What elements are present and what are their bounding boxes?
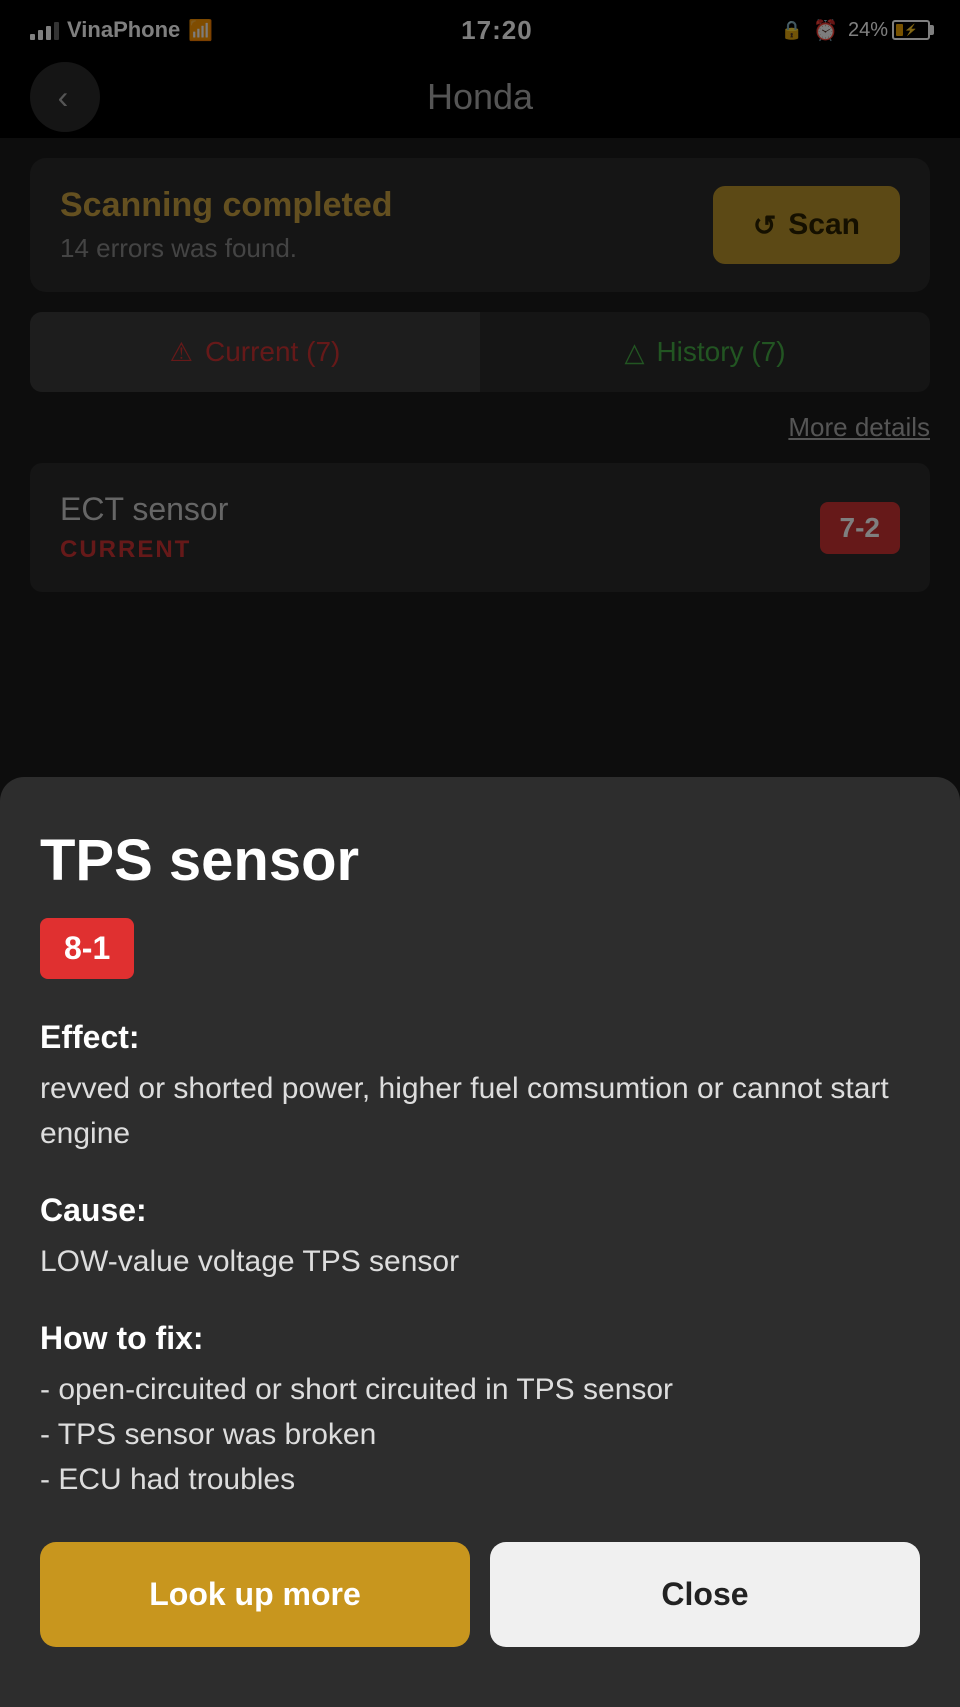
error-item[interactable]: ECT sensor CURRENT 7-2 [30,463,930,592]
error-name-label: ECT sensor [60,491,228,528]
error-info: ECT sensor CURRENT [60,491,228,564]
back-chevron-icon: ‹ [58,79,69,116]
page-title: Honda [427,76,533,118]
cause-text: LOW-value voltage TPS sensor [40,1239,920,1284]
how-to-fix-section: How to fix: - open-circuited or short ci… [40,1320,920,1502]
signal-bars-icon [30,20,59,40]
status-bar: VinaPhone 📶 17:20 🔒 ⏰ 24% ⚡ [0,0,960,56]
effect-label: Effect: [40,1019,920,1056]
more-details-row: More details [0,392,960,453]
carrier-label: VinaPhone [67,17,180,43]
error-type-label: CURRENT [60,536,228,564]
wifi-icon: 📶 [188,18,213,43]
how-to-fix-label: How to fix: [40,1320,920,1357]
effect-text: revved or shorted power, higher fuel com… [40,1066,920,1156]
alarm-icon: ⏰ [813,18,838,43]
time-label: 17:20 [461,15,533,46]
error-code-badge: 7-2 [820,502,900,554]
tab-current[interactable]: ⚠ Current (7) [30,312,480,392]
close-button[interactable]: Close [490,1542,920,1647]
tabs-container: ⚠ Current (7) △ History (7) [30,312,930,392]
tab-current-label: Current (7) [205,336,340,368]
how-to-fix-text: - open-circuited or short circuited in T… [40,1367,920,1502]
look-up-more-button[interactable]: Look up more [40,1542,470,1647]
scan-button[interactable]: ↺ Scan [713,186,900,264]
status-right: 🔒 ⏰ 24% ⚡ [781,18,930,43]
tab-history[interactable]: △ History (7) [480,312,930,392]
warning-icon-history: △ [624,337,644,368]
bolt-icon: ⚡ [904,24,918,37]
cause-section: Cause: LOW-value voltage TPS sensor [40,1192,920,1284]
refresh-icon: ↺ [753,209,776,242]
scan-subtitle-label: 14 errors was found. [60,233,393,264]
back-button[interactable]: ‹ [30,62,100,132]
scan-button-label: Scan [788,208,860,242]
sensor-code-badge: 8-1 [40,918,134,979]
more-details-link[interactable]: More details [788,412,930,442]
battery-container: 24% ⚡ [848,19,930,42]
battery-fill [896,24,903,36]
effect-section: Effect: revved or shorted power, higher … [40,1019,920,1156]
battery-percent-label: 24% [848,19,888,42]
cause-label: Cause: [40,1192,920,1229]
bottom-sheet: TPS sensor 8-1 Effect: revved or shorted… [0,777,960,1707]
sensor-title: TPS sensor [40,827,920,894]
tab-history-label: History (7) [656,336,785,368]
warning-icon-current: ⚠ [170,337,193,368]
status-left: VinaPhone 📶 [30,17,213,43]
nav-header: ‹ Honda [0,56,960,138]
scan-info: Scanning completed 14 errors was found. [60,186,393,264]
bottom-actions: Look up more Close [40,1542,920,1647]
scan-status-label: Scanning completed [60,186,393,225]
battery-icon: ⚡ [892,20,930,40]
lock-icon: 🔒 [781,20,803,41]
scan-card: Scanning completed 14 errors was found. … [30,158,930,292]
